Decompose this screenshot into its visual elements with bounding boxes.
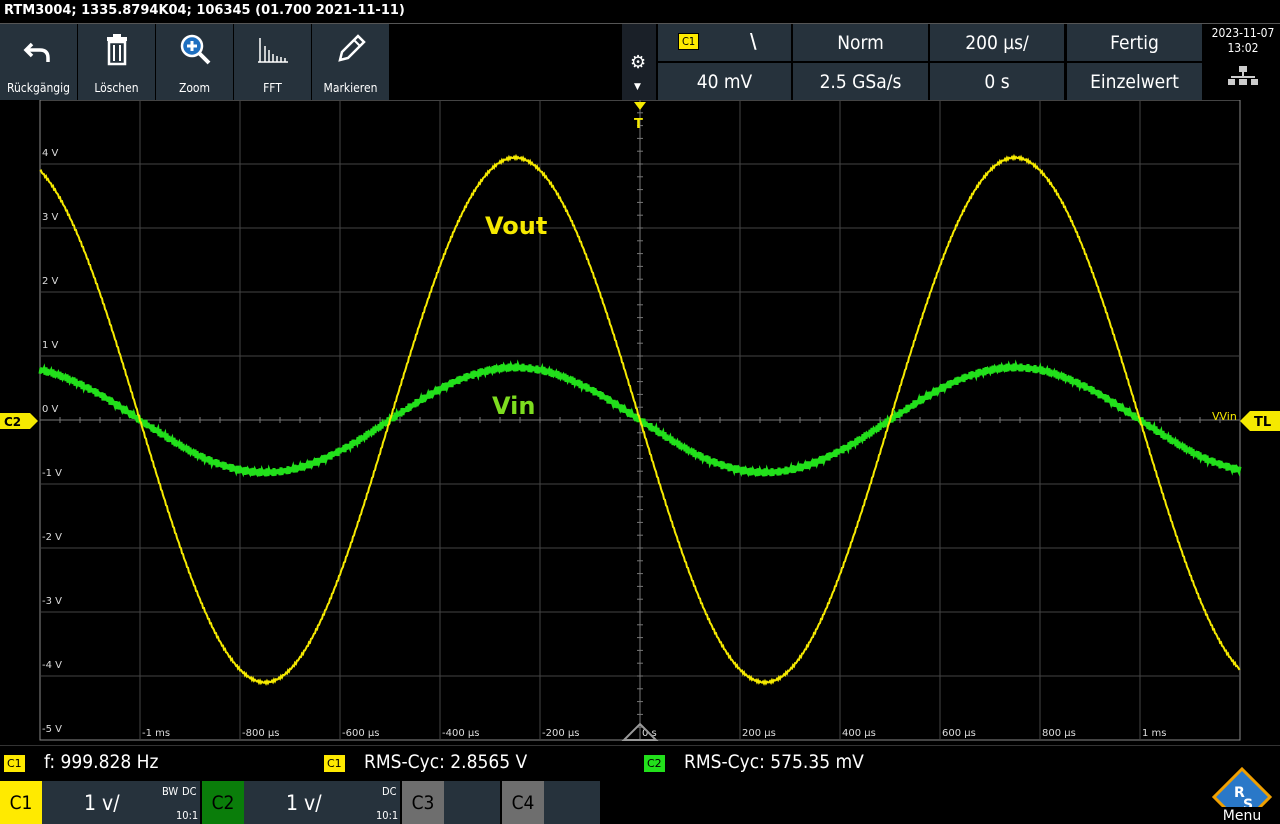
x-tick-label: 1 ms xyxy=(1142,728,1167,739)
meas3-source: C2 xyxy=(644,755,665,772)
gear-icon: ⚙ xyxy=(630,52,647,73)
ch2-offset-marker[interactable]: C2 xyxy=(0,413,38,429)
ch3-label: C3 xyxy=(402,781,444,824)
sample-rate[interactable]: 2.5 GSa/s xyxy=(793,63,928,100)
svg-text:S: S xyxy=(1243,797,1253,807)
y-tick-label: 0 V xyxy=(42,404,59,415)
trigger-level[interactable]: 40 mV xyxy=(658,63,791,100)
ch1-probe: 10:1 xyxy=(176,809,199,822)
ch2-scale: 1 v/ xyxy=(286,791,322,815)
acquisition-mode[interactable]: Einzelwert xyxy=(1067,63,1202,100)
meas1-source: C1 xyxy=(4,755,25,772)
ch2-tab[interactable]: C2 1 v/ DC 10:1 xyxy=(202,781,400,824)
y-tick-label: 3 V xyxy=(42,212,59,223)
ch2-coupling: DC xyxy=(382,785,397,798)
x-tick-label: -800 µs xyxy=(242,728,279,739)
waveform-display[interactable]: 4 V 3 V 2 V 1 V 0 V -1 V -2 V -3 V -4 V -5 V -1 ms… xyxy=(0,100,1280,745)
trigger-mode[interactable]: Norm xyxy=(793,24,928,61)
channel-bar: C1 1 v/ BW DC 10:1 C2 1 v/ DC 10:1 C3 C4 xyxy=(0,781,1280,824)
y-tick-label: 4 V xyxy=(42,148,59,159)
trigger-slope-icon: \ xyxy=(750,29,757,53)
toolbar: Rückgängig Löschen Zoom FFT Markieren xyxy=(0,24,390,100)
fft-label: FFT xyxy=(263,81,282,95)
y-tick-label: -4 V xyxy=(42,660,62,671)
trigger-position-label: T xyxy=(634,117,643,132)
ch2-probe: 10:1 xyxy=(376,809,399,822)
settings-button[interactable]: ⚙ ▼ xyxy=(622,24,656,100)
mark-label: Markieren xyxy=(323,81,378,95)
trigger-position-marker[interactable]: T xyxy=(634,102,646,132)
meas1-value[interactable]: f: 999.828 Hz xyxy=(44,751,158,773)
ch1-scale: 1 v/ xyxy=(84,791,120,815)
time-position[interactable]: 0 s xyxy=(930,63,1064,100)
clear-label: Löschen xyxy=(94,81,139,95)
mark-button[interactable]: Markieren xyxy=(312,24,389,100)
x-tick-label: 200 µs xyxy=(742,728,776,739)
y-tick-label: -5 V xyxy=(42,724,62,735)
trigger-source[interactable]: C1 \ xyxy=(658,24,791,61)
trigger-level-marker[interactable]: TL xyxy=(1240,411,1280,431)
ch3-tab[interactable]: C3 xyxy=(402,781,500,824)
zoom-button[interactable]: Zoom xyxy=(156,24,233,100)
y-tick-label: 2 V xyxy=(42,276,59,287)
axis-labels: 4 V 3 V 2 V 1 V 0 V -1 V -2 V -3 V -4 V -5 V -1 ms… xyxy=(42,148,1167,739)
trigger-source-tag: C1 xyxy=(678,33,700,50)
ch1-label: C1 xyxy=(0,781,42,824)
level-label: VVin xyxy=(1212,410,1237,423)
measurement-bar: C1 f: 999.828 Hz C1 RMS-Cyc: 2.8565 V C2… xyxy=(0,745,1280,780)
ch4-label: C4 xyxy=(502,781,544,824)
timebase[interactable]: 200 µs/ xyxy=(930,24,1064,61)
x-tick-label: -1 ms xyxy=(142,728,170,739)
network-icon xyxy=(1228,66,1258,85)
menu-label: Menu xyxy=(1222,808,1262,824)
pencil-icon xyxy=(337,34,366,62)
ch1-tab[interactable]: C1 1 v/ BW DC 10:1 xyxy=(0,781,200,824)
meas3-value[interactable]: RMS-Cyc: 575.35 mV xyxy=(684,751,864,773)
ch2-label: C2 xyxy=(202,781,244,824)
undo-button[interactable]: Rückgängig xyxy=(0,24,77,100)
x-tick-label: -200 µs xyxy=(542,728,579,739)
y-tick-label: -3 V xyxy=(42,596,62,607)
zoom-icon xyxy=(180,34,210,65)
date: 2023-11-07 xyxy=(1211,26,1275,40)
meas2-value[interactable]: RMS-Cyc: 2.8565 V xyxy=(364,751,527,773)
acquisition-status[interactable]: Fertig xyxy=(1067,24,1202,61)
device-info: RTM3004; 1335.8794K04; 106345 (01.700 20… xyxy=(4,3,405,18)
ch2-offset-label: C2 xyxy=(4,415,21,429)
fft-button[interactable]: FFT xyxy=(234,24,311,100)
x-tick-label: 400 µs xyxy=(842,728,876,739)
time: 13:02 xyxy=(1227,41,1259,55)
title-bar: RTM3004; 1335.8794K04; 106345 (01.700 20… xyxy=(0,0,1280,24)
rs-logo-icon: R S xyxy=(1211,767,1273,807)
trigger-level-label: TL xyxy=(1254,415,1271,430)
x-tick-label: -400 µs xyxy=(442,728,479,739)
ch4-tab[interactable]: C4 xyxy=(502,781,600,824)
y-tick-label: -1 V xyxy=(42,468,62,479)
x-tick-label: -600 µs xyxy=(342,728,379,739)
undo-icon xyxy=(23,42,50,62)
y-tick-label: 1 V xyxy=(42,340,59,351)
x-tick-label: 800 µs xyxy=(1042,728,1076,739)
trash-icon xyxy=(106,34,127,66)
datetime: 2023-11-07 13:02 xyxy=(1206,24,1280,100)
fft-icon xyxy=(257,38,288,63)
menu-button[interactable]: R S Menu xyxy=(1204,767,1280,824)
vout-trace-label: Vout xyxy=(485,212,547,240)
y-tick-label: -2 V xyxy=(42,532,62,543)
x-tick-label: 600 µs xyxy=(942,728,976,739)
meas2-source: C1 xyxy=(324,755,345,772)
ch1-coupling: DC xyxy=(182,785,197,798)
chevron-down-icon: ▼ xyxy=(634,82,641,92)
clear-button[interactable]: Löschen xyxy=(78,24,155,100)
undo-label: Rückgängig xyxy=(6,81,71,95)
vin-trace-label: Vin xyxy=(492,392,535,420)
zoom-label: Zoom xyxy=(178,81,211,95)
ch1-bw: BW xyxy=(162,785,179,798)
